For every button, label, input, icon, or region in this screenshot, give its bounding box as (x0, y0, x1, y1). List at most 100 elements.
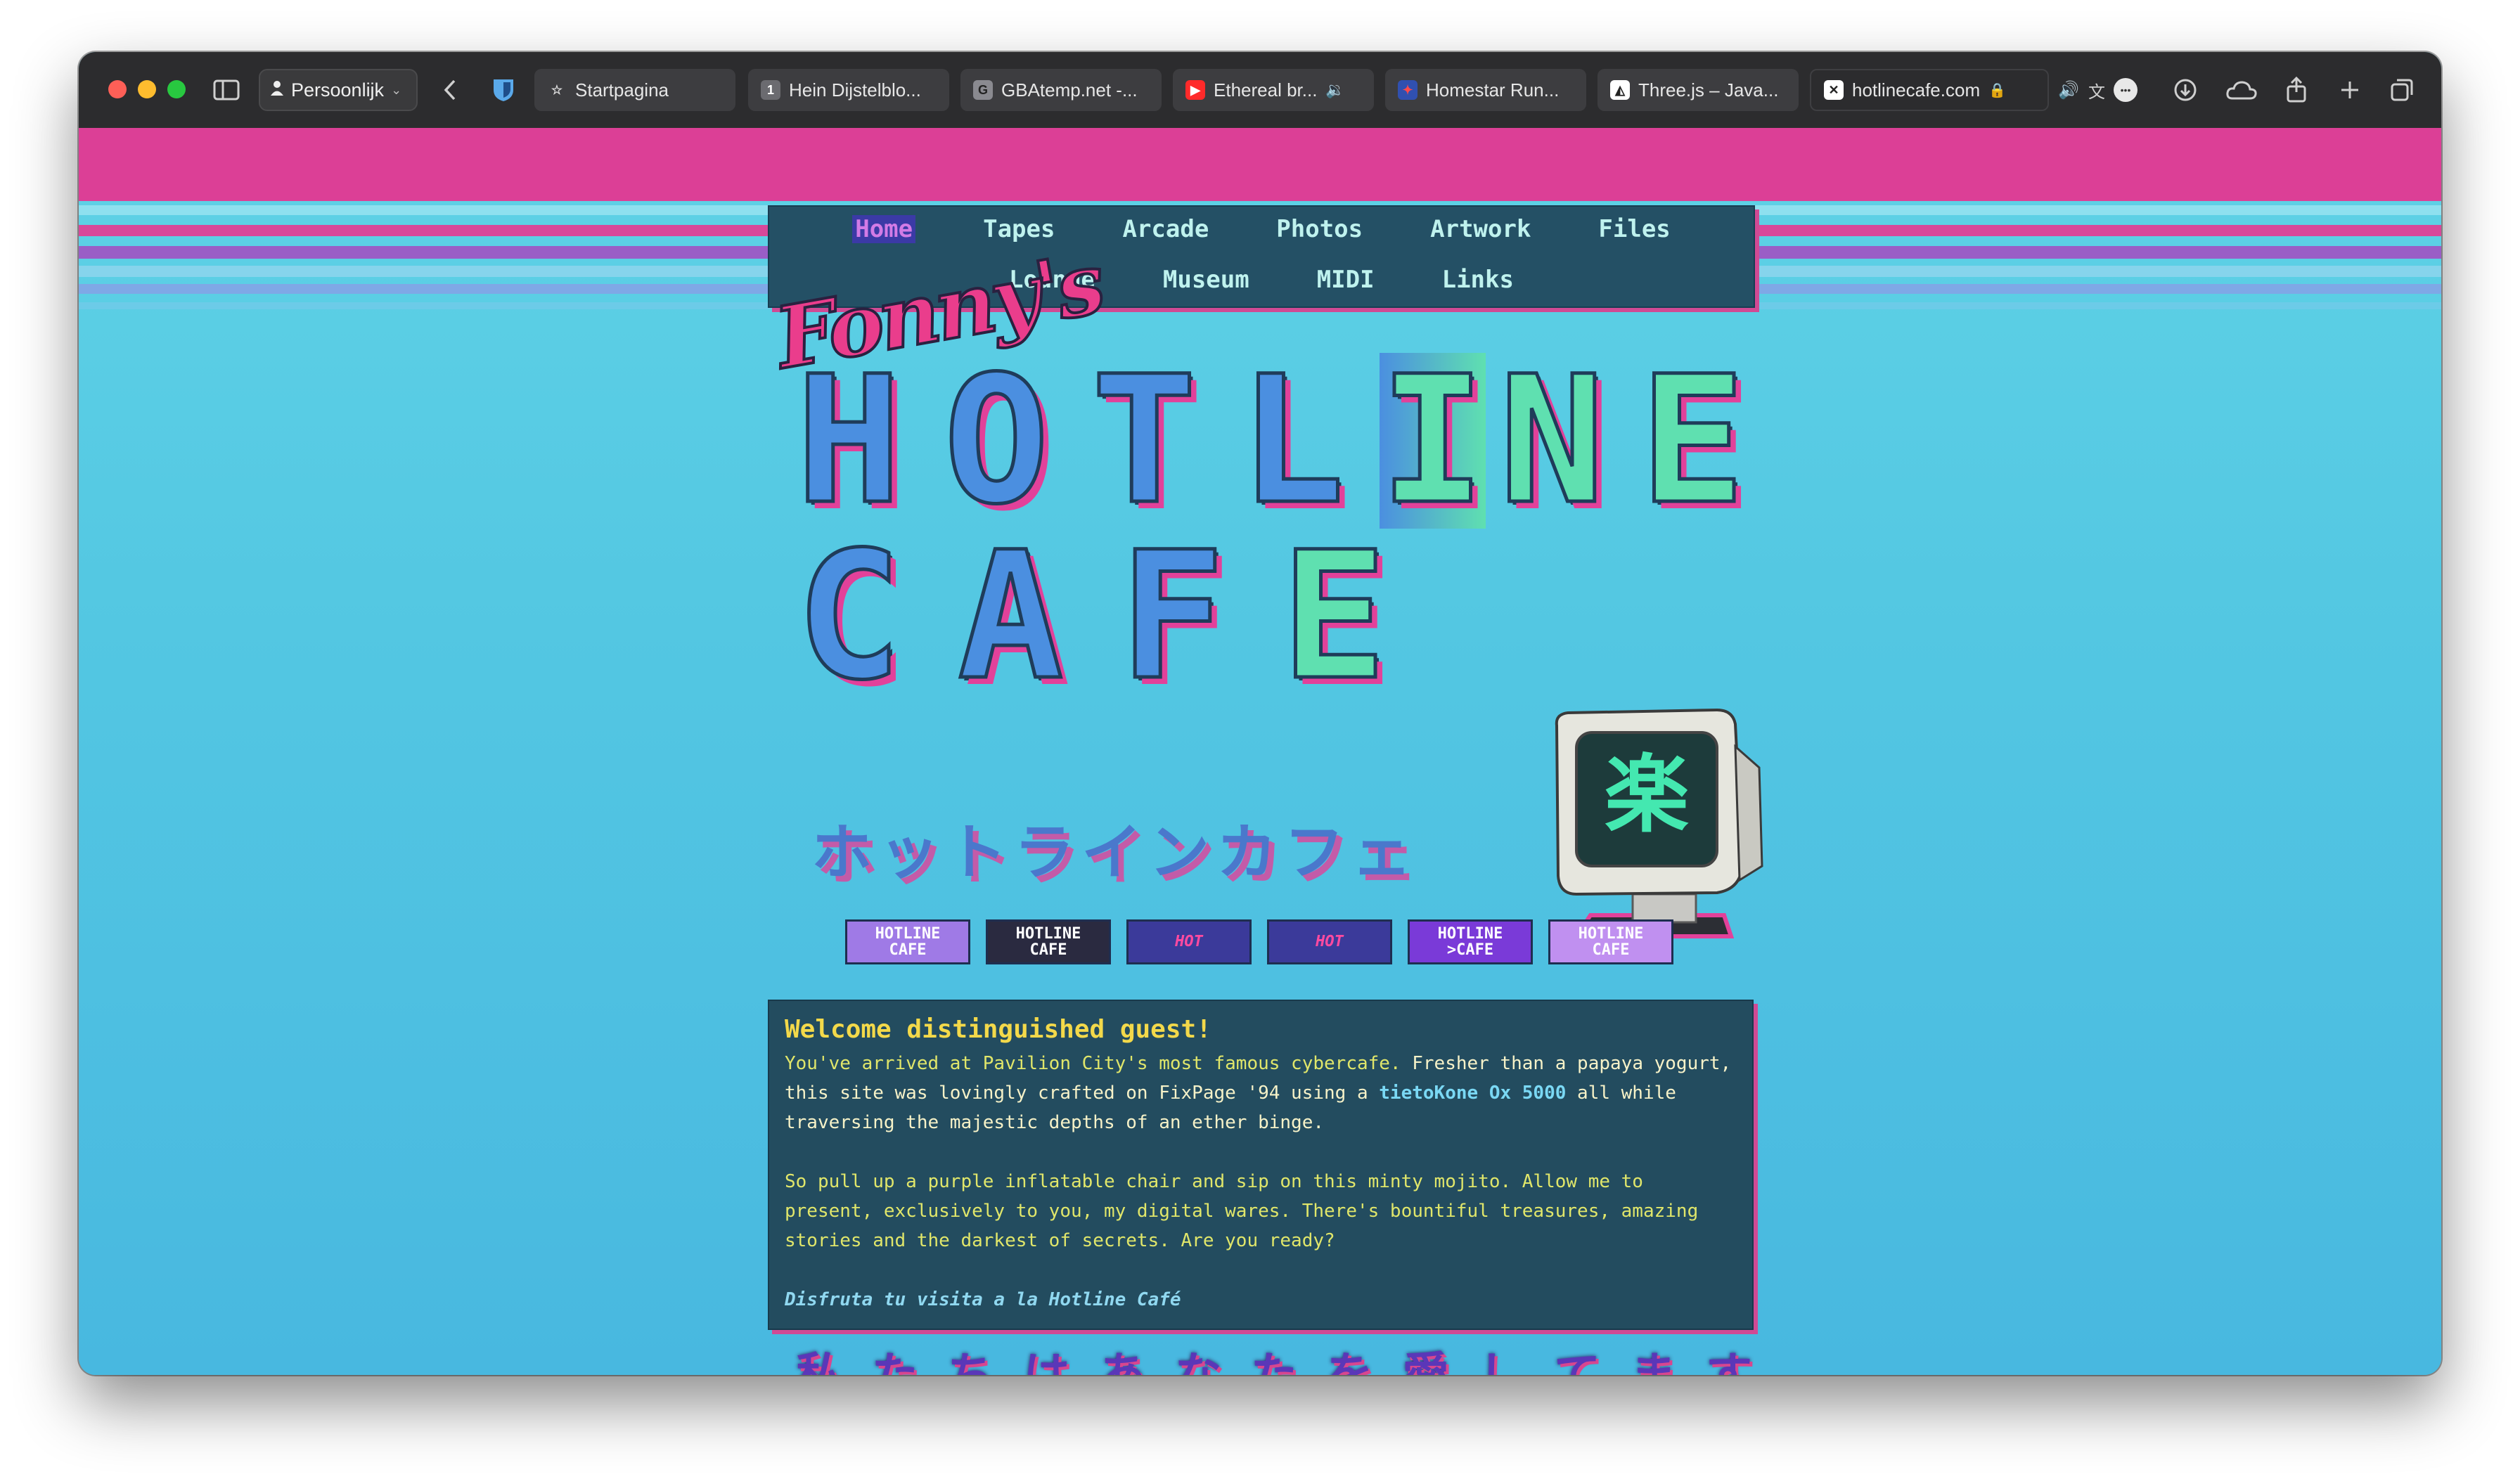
logo-letter: O (942, 338, 1051, 543)
logo-letter: C (795, 514, 904, 718)
welcome-paragraph-1: You've arrived at Pavilion City's most f… (785, 1049, 1737, 1137)
badge-text: CAFE (889, 941, 927, 959)
badge-text: HOT (1175, 933, 1203, 951)
nav-link-tapes[interactable]: Tapes (983, 215, 1055, 243)
back-arrow-icon[interactable] (436, 73, 464, 107)
threejs-icon: ◭ (1610, 80, 1630, 100)
browser-tab[interactable]: ◭ Three.js – Java... (1598, 69, 1799, 111)
logo-letter: A (956, 514, 1065, 718)
japanese-char: た (871, 1348, 918, 1375)
badge-text: HOTLINE (875, 924, 941, 943)
nav-link-home[interactable]: Home (852, 215, 916, 243)
tab-label: GBAtemp.net -... (1001, 79, 1138, 101)
japanese-char: な (1175, 1348, 1222, 1375)
new-tab-plus-icon[interactable] (2334, 73, 2365, 107)
nav-link-photos[interactable]: Photos (1276, 215, 1363, 243)
japanese-message: 私たちはあなたを愛してます (796, 1337, 1752, 1375)
japanese-char: た (1250, 1348, 1297, 1375)
share-icon[interactable] (2281, 73, 2312, 107)
homestar-icon: ✦ (1398, 80, 1418, 100)
tab-label: Hein Dijstelblo... (789, 79, 921, 101)
site-button-badge[interactable]: HOTLINE >CAFE (1408, 919, 1533, 964)
nav-link-artwork[interactable]: Artwork (1430, 215, 1531, 243)
badge-text: CAFE (1029, 941, 1067, 959)
nav-row-1: Home Tapes Arcade Photos Artwork Files (769, 215, 1754, 243)
japanese-char: し (1478, 1348, 1525, 1375)
browser-tab[interactable]: ▶ Ethereal br... 🔉 (1173, 69, 1374, 111)
japanese-char: ま (1630, 1348, 1677, 1375)
speaker-icon[interactable]: 🔊 (2056, 73, 2081, 107)
gbatemp-icon: G (973, 80, 993, 100)
badge-text: CAFE (1592, 941, 1630, 959)
number-1-icon: 1 (761, 80, 780, 100)
button-badges-row: HOTLINE CAFE HOTLINE CAFE HOT HOT HOTLINE >CAFE… (845, 919, 1673, 964)
minimize-window-button[interactable] (138, 80, 156, 98)
logo-letter: L (1238, 338, 1346, 543)
site-button-badge[interactable]: HOTLINE CAFE (1548, 919, 1673, 964)
browser-tab[interactable]: ✕ hotlinecafe.com 🔒 (1810, 69, 2049, 111)
japanese-char: て (1554, 1348, 1601, 1375)
badge-text: HOTLINE (1437, 924, 1503, 943)
badge-text: HOTLINE (1578, 924, 1644, 943)
youtube-icon: ▶ (1185, 80, 1205, 100)
tab-label: Homestar Run... (1426, 79, 1560, 101)
logo-letter: T (1090, 338, 1199, 543)
logo-letter: N (1498, 338, 1607, 543)
browser-window: Persoonlijk ⌄ ☆ Startpagina 1 Hein Dijstelb… (79, 52, 2441, 1375)
tab-label: Ethereal br... (1214, 79, 1318, 101)
tietokone-link[interactable]: tietoKone Ox 5000 (1379, 1083, 1566, 1104)
tab-label: hotlinecafe.com (1852, 79, 1981, 101)
nav-link-arcade[interactable]: Arcade (1122, 215, 1209, 243)
browser-tab[interactable]: ☆ Startpagina (534, 69, 735, 111)
nav-link-files[interactable]: Files (1598, 215, 1670, 243)
sidebar-toggle-icon[interactable] (211, 73, 242, 107)
icloud-icon[interactable] (2223, 73, 2260, 107)
japanese-char: 愛 (1402, 1348, 1449, 1375)
welcome-paragraph-2: So pull up a purple inflatable chair and… (785, 1171, 1699, 1251)
zoom-window-button[interactable] (167, 80, 186, 98)
profile-button[interactable]: Persoonlijk ⌄ (259, 69, 418, 111)
window-controls (108, 80, 186, 98)
welcome-text: You've arrived at Pavilion City's most f… (785, 1053, 1401, 1074)
monitor-glyph: 楽 (1605, 747, 1689, 844)
site-button-badge[interactable]: HOT (1267, 919, 1392, 964)
browser-tab[interactable]: 1 Hein Dijstelblo... (748, 69, 949, 111)
japanese-char: 私 (796, 1348, 842, 1375)
site-button-badge[interactable]: HOTLINE CAFE (845, 919, 970, 964)
bitwarden-extension-icon[interactable] (488, 73, 519, 107)
japanese-char: す (1705, 1348, 1752, 1375)
tab-overview-icon[interactable] (2386, 73, 2417, 107)
person-icon (270, 79, 284, 101)
badge-text: HOTLINE (1015, 924, 1081, 943)
speaker-icon[interactable]: 🔉 (1325, 81, 1344, 99)
logo-letter: I (1378, 338, 1487, 543)
browser-tab[interactable]: ✦ Homestar Run... (1385, 69, 1586, 111)
logo-letter: E (1638, 338, 1747, 543)
site-button-badge[interactable]: HOTLINE CAFE (986, 919, 1111, 964)
browser-tab[interactable]: G GBAtemp.net -... (960, 69, 1162, 111)
header-pink-bar (79, 128, 2441, 201)
welcome-panel: Welcome distinguished guest! You've arri… (768, 1000, 1754, 1330)
close-x-icon: ✕ (1824, 80, 1844, 100)
star-icon: ☆ (551, 82, 563, 97)
japanese-char: は (1023, 1348, 1070, 1375)
translate-icon[interactable]: 文 (2084, 73, 2109, 107)
chevron-down-icon: ⌄ (391, 82, 402, 97)
download-icon[interactable] (2170, 73, 2201, 107)
fonnys-script-logo: Fonny's (767, 233, 1110, 390)
close-window-button[interactable] (108, 80, 127, 98)
more-options-icon[interactable]: ••• (2114, 78, 2138, 102)
badge-text: HOT (1316, 933, 1344, 951)
japanese-char: あ (1099, 1348, 1146, 1375)
profile-label: Persoonlijk (291, 79, 385, 101)
logo-letter: F (1118, 514, 1227, 718)
logo-letter: E (1280, 514, 1389, 718)
web-page: Home Tapes Arcade Photos Artwork Files Lounge… (79, 128, 2441, 1375)
lock-icon: 🔒 (1988, 82, 2007, 98)
tab-label: Three.js – Java... (1638, 79, 1779, 101)
site-button-badge[interactable]: HOT (1126, 919, 1252, 964)
browser-toolbar: Persoonlijk ⌄ ☆ Startpagina 1 Hein Dijstelb… (79, 52, 2441, 128)
tab-label: Startpagina (575, 79, 669, 101)
katakana-title: ホットラインカフェ (811, 818, 1419, 888)
welcome-heading: Welcome distinguished guest! (785, 1015, 1211, 1044)
